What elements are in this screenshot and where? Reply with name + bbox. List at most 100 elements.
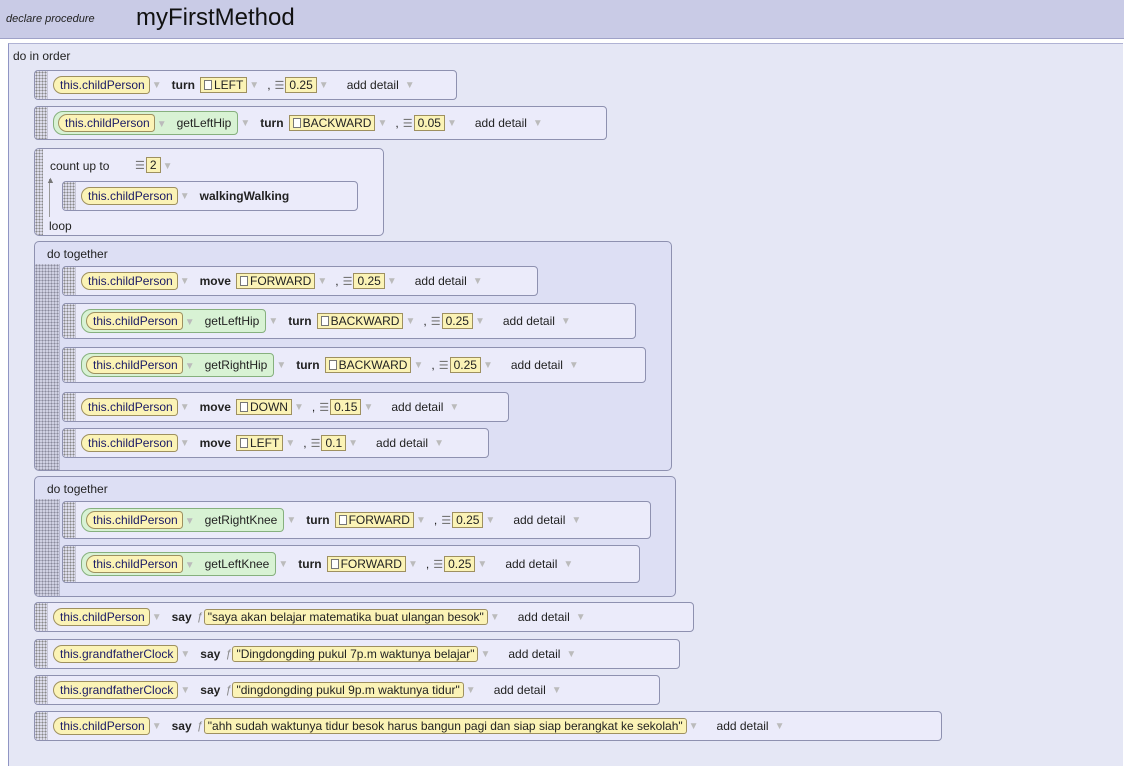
statement-say-2[interactable]: this.grandfatherClock ▼ say ƒ "Dingdongdin… [34, 639, 680, 669]
object-pill[interactable]: this.grandfatherClock [53, 645, 179, 663]
say-text[interactable]: "ahh sudah waktunya tidur besok harus ba… [203, 718, 687, 734]
direction-value[interactable]: BACKWARD [324, 357, 412, 373]
dropdown-arrow-icon[interactable]: ▼ [405, 316, 415, 327]
dropdown-arrow-icon[interactable]: ▼ [294, 402, 304, 413]
drag-handle[interactable] [63, 393, 76, 421]
statement-rightknee-forward[interactable]: this.childPerson ▼ getRightKnee ▼ turn FORW… [62, 501, 651, 539]
dropdown-arrow-icon[interactable]: ▼ [185, 314, 195, 332]
dropdown-arrow-icon[interactable]: ▼ [157, 116, 167, 134]
dropdown-arrow-icon[interactable]: ▼ [475, 316, 485, 327]
dropdown-arrow-icon[interactable]: ▼ [552, 685, 562, 696]
object-pill[interactable]: this.childPerson [86, 555, 183, 573]
say-text[interactable]: "dingdongding pukul 9p.m waktunya tidur" [232, 682, 464, 698]
drag-handle[interactable] [63, 304, 76, 338]
statement-say-1[interactable]: this.childPerson ▼ say ƒ "saya akan belaja… [34, 602, 694, 632]
dropdown-arrow-icon[interactable]: ▼ [249, 80, 259, 91]
object-pill[interactable]: this.childPerson [81, 434, 178, 452]
dropdown-arrow-icon[interactable]: ▼ [477, 559, 487, 570]
drag-handle[interactable] [35, 712, 48, 740]
count-loop-block[interactable]: count up to ☰ 2 ▼ ▲ this.childPerson ▼ walk… [34, 148, 384, 236]
dropdown-arrow-icon[interactable]: ▼ [180, 402, 190, 413]
amount-value[interactable]: 0.25 [441, 313, 473, 329]
add-detail-button[interactable]: add detail [501, 557, 561, 571]
count-field[interactable]: ☰ 2 ▼ [135, 157, 176, 173]
dropdown-arrow-icon[interactable]: ▼ [152, 612, 162, 623]
dropdown-arrow-icon[interactable]: ▼ [180, 191, 190, 202]
drag-handle[interactable] [35, 676, 48, 704]
dropdown-arrow-icon[interactable]: ▼ [180, 649, 190, 660]
add-detail-button[interactable]: add detail [713, 719, 773, 733]
dropdown-arrow-icon[interactable]: ▼ [561, 316, 571, 327]
object-pill[interactable]: this.childPerson [81, 272, 178, 290]
direction-value[interactable]: DOWN [235, 399, 292, 415]
drag-handle[interactable] [63, 502, 76, 538]
object-pill[interactable]: this.childPerson [58, 114, 155, 132]
object-pill[interactable]: this.childPerson [81, 187, 178, 205]
drag-handle[interactable] [35, 149, 43, 235]
do-together-block-1[interactable]: do together this.childPerson ▼ move FORWA… [34, 241, 672, 471]
object-pill[interactable]: this.childPerson [81, 398, 178, 416]
dropdown-arrow-icon[interactable]: ▼ [377, 118, 387, 129]
dropdown-arrow-icon[interactable]: ▼ [447, 118, 457, 129]
amount-value[interactable]: 0.25 [452, 512, 484, 528]
add-detail-button[interactable]: add detail [514, 610, 574, 624]
drag-handle[interactable] [63, 429, 76, 457]
drag-handle[interactable] [63, 546, 76, 582]
add-detail-button[interactable]: add detail [387, 400, 447, 414]
object-pill[interactable]: this.childPerson [53, 76, 150, 94]
add-detail-button[interactable]: add detail [499, 314, 559, 328]
statement-move-down[interactable]: this.childPerson ▼ move DOWN ▼ , ☰ 0.15 ▼ ad… [62, 392, 509, 422]
drag-handle[interactable] [63, 348, 76, 382]
dropdown-arrow-icon[interactable]: ▼ [490, 612, 500, 623]
dropdown-arrow-icon[interactable]: ▼ [775, 721, 785, 732]
add-detail-button[interactable]: add detail [471, 116, 531, 130]
add-detail-button[interactable]: add detail [343, 78, 403, 92]
statement-walking[interactable]: this.childPerson ▼ walkingWalking [62, 181, 358, 211]
getter-expression[interactable]: this.childPerson ▼ getRightKnee [81, 508, 285, 532]
procedure-title[interactable]: myFirstMethod [136, 4, 295, 32]
statement-move-left[interactable]: this.childPerson ▼ move LEFT ▼ , ☰ 0.1 ▼ add… [62, 428, 489, 458]
object-pill[interactable]: this.childPerson [86, 356, 183, 374]
drag-handle[interactable] [35, 264, 60, 470]
add-detail-button[interactable]: add detail [507, 358, 567, 372]
dropdown-arrow-icon[interactable]: ▼ [163, 161, 173, 172]
add-detail-button[interactable]: add detail [411, 274, 471, 288]
direction-value[interactable]: FORWARD [235, 273, 316, 289]
dropdown-arrow-icon[interactable]: ▼ [276, 360, 286, 371]
count-value[interactable]: 2 [145, 157, 161, 173]
dropdown-arrow-icon[interactable]: ▼ [563, 559, 573, 570]
drag-handle[interactable] [63, 182, 76, 210]
direction-value[interactable]: FORWARD [326, 556, 406, 572]
dropdown-arrow-icon[interactable]: ▼ [566, 649, 576, 660]
dropdown-arrow-icon[interactable]: ▼ [319, 80, 329, 91]
drag-handle[interactable] [35, 499, 60, 596]
amount-value[interactable]: 0.25 [353, 273, 385, 289]
dropdown-arrow-icon[interactable]: ▼ [449, 402, 459, 413]
dropdown-arrow-icon[interactable]: ▼ [405, 80, 415, 91]
amount-value[interactable]: 0.05 [413, 115, 445, 131]
dropdown-arrow-icon[interactable]: ▼ [533, 118, 543, 129]
getter-expression[interactable]: this.childPerson ▼ getLeftHip [81, 309, 267, 333]
dropdown-arrow-icon[interactable]: ▼ [466, 685, 476, 696]
dropdown-arrow-icon[interactable]: ▼ [348, 438, 358, 449]
object-pill[interactable]: this.childPerson [86, 511, 183, 529]
object-pill[interactable]: this.childPerson [86, 312, 183, 330]
dropdown-arrow-icon[interactable]: ▼ [185, 557, 195, 575]
dropdown-arrow-icon[interactable]: ▼ [576, 612, 586, 623]
statement-say-3[interactable]: this.grandfatherClock ▼ say ƒ "dingdongdin… [34, 675, 660, 705]
amount-value[interactable]: 0.25 [444, 556, 476, 572]
dropdown-arrow-icon[interactable]: ▼ [286, 515, 296, 526]
getter-expression[interactable]: this.childPerson ▼ getLeftHip [53, 111, 239, 135]
do-together-block-2[interactable]: do together this.childPerson ▼ getRightKne… [34, 476, 676, 597]
getter-expression[interactable]: this.childPerson ▼ getLeftKnee [81, 552, 277, 576]
dropdown-arrow-icon[interactable]: ▼ [416, 515, 426, 526]
dropdown-arrow-icon[interactable]: ▼ [689, 721, 699, 732]
dropdown-arrow-icon[interactable]: ▼ [317, 276, 327, 287]
say-text[interactable]: "saya akan belajar matematika buat ulang… [203, 609, 488, 625]
dropdown-arrow-icon[interactable]: ▼ [434, 438, 444, 449]
statement-lefthip-backward[interactable]: this.childPerson ▼ getLeftHip ▼ turn BACKWA… [62, 303, 636, 339]
getter-expression[interactable]: this.childPerson ▼ getRightHip [81, 353, 275, 377]
dropdown-arrow-icon[interactable]: ▼ [152, 721, 162, 732]
dropdown-arrow-icon[interactable]: ▼ [152, 80, 162, 91]
statement-turn-left[interactable]: this.childPerson ▼ turn LEFT ▼ , ☰ 0.25 ▼ ad… [34, 70, 457, 100]
